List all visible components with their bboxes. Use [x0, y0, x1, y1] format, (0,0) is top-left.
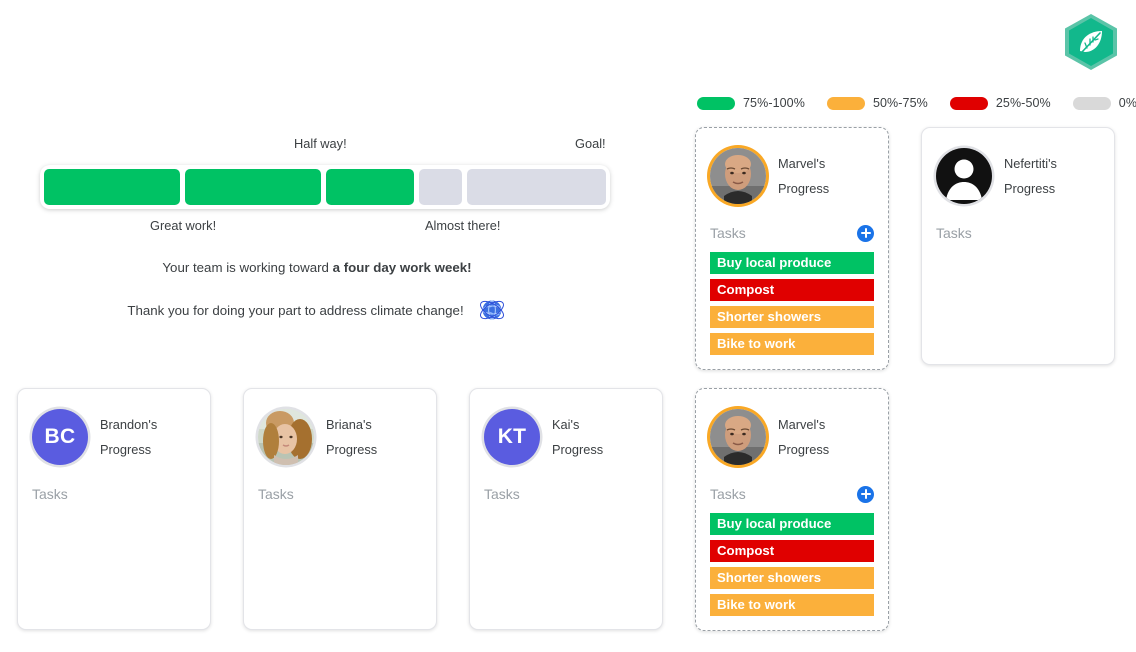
- app-logo[interactable]: [1058, 11, 1124, 73]
- card-title: Marvel's Progress: [778, 151, 829, 201]
- globe-icon: [477, 295, 507, 325]
- red-swatch-icon: [949, 96, 988, 110]
- card-header: Nefertiti's Progress: [936, 142, 1100, 210]
- card-title-progress: Progress: [326, 442, 378, 457]
- member-progress-card[interactable]: KT Kai's Progress Tasks: [469, 388, 663, 630]
- team-progress-panel: Half way! Goal! Great work! Almost there…: [40, 136, 610, 325]
- card-title-progress: Progress: [552, 442, 604, 457]
- tasks-header-row: Tasks: [936, 222, 1100, 244]
- task-bar[interactable]: Buy local produce: [710, 513, 874, 535]
- avatar-photo: [710, 409, 766, 465]
- legend-item: 50%-75%: [826, 96, 928, 110]
- task-bar[interactable]: Compost: [710, 540, 874, 562]
- legend-label: 0%-25%: [1118, 96, 1136, 110]
- card-title-progress: Progress: [1004, 181, 1056, 196]
- thanks-line: Thank you for doing your part to address…: [32, 295, 602, 325]
- member-progress-card[interactable]: BC Brandon's Progress Tasks: [17, 388, 211, 630]
- card-owner-name: Briana's: [326, 417, 372, 432]
- card-title-progress: Progress: [100, 442, 152, 457]
- progress-segment: [418, 169, 463, 205]
- legend-item: 25%-50%: [949, 96, 1051, 110]
- card-owner-name: Marvel's: [778, 417, 826, 432]
- legend-item: 75%-100%: [697, 96, 805, 110]
- card-title: Marvel's Progress: [778, 412, 829, 462]
- orange-swatch-icon: [826, 96, 865, 110]
- leaf-hexagon-icon: [1065, 14, 1117, 70]
- almost-there-label: Almost there!: [425, 218, 501, 233]
- task-bar[interactable]: Bike to work: [710, 594, 874, 616]
- card-header: Marvel's Progress: [710, 142, 874, 210]
- card-header: KT Kai's Progress: [484, 403, 648, 471]
- task-list: Buy local produce Compost Shorter showers B…: [710, 513, 874, 616]
- tasks-label: Tasks: [32, 486, 68, 502]
- task-bar[interactable]: Compost: [710, 279, 874, 301]
- card-title-progress: Progress: [778, 442, 830, 457]
- progress-segment: [184, 169, 321, 205]
- card-header: BC Brandon's Progress: [32, 403, 196, 471]
- avatar-default-silhouette: [936, 148, 992, 204]
- legend-label: 25%-50%: [995, 96, 1051, 110]
- add-task-button[interactable]: [857, 485, 874, 503]
- member-progress-card[interactable]: Marvel's Progress Tasks Buy local produce Co…: [695, 388, 889, 631]
- tasks-header-row: Tasks: [710, 483, 874, 505]
- progress-legend: 75%-100% 50%-75% 25%-50% 0%-25%: [697, 96, 1136, 110]
- card-title: Briana's Progress: [326, 412, 377, 462]
- progress-segment: [325, 169, 414, 205]
- card-owner-name: Marvel's: [778, 156, 826, 171]
- member-progress-card[interactable]: Briana's Progress Tasks: [243, 388, 437, 630]
- avatar-initials: KT: [484, 409, 540, 465]
- card-owner-name: Brandon's: [100, 417, 158, 432]
- legend-label: 75%-100%: [743, 96, 805, 110]
- tasks-label: Tasks: [484, 486, 520, 502]
- card-title: Brandon's Progress: [100, 412, 157, 462]
- card-owner-name: Kai's: [552, 417, 580, 432]
- legend-label: 50%-75%: [872, 96, 928, 110]
- team-goal-line: Your team is working toward a four day w…: [32, 260, 602, 275]
- green-swatch-icon: [697, 96, 735, 110]
- legend-item: 0%-25%: [1072, 96, 1136, 110]
- team-goal-prefix: Your team is working toward: [162, 260, 333, 275]
- team-progress-bar: [40, 165, 610, 209]
- team-goal-bold: a four day work week!: [332, 260, 472, 275]
- task-list: Buy local produce Compost Shorter showers B…: [710, 252, 874, 355]
- tasks-label: Tasks: [710, 486, 746, 502]
- card-header: Briana's Progress: [258, 403, 422, 471]
- tasks-label: Tasks: [936, 225, 972, 241]
- tasks-label: Tasks: [710, 225, 746, 241]
- add-task-button[interactable]: [857, 224, 874, 242]
- task-bar[interactable]: Shorter showers: [710, 306, 874, 328]
- tasks-header-row: Tasks: [32, 483, 196, 505]
- goal-marker: Goal!: [575, 136, 606, 151]
- tasks-label: Tasks: [258, 486, 294, 502]
- half-way-marker: Half way!: [294, 136, 347, 151]
- progress-marker-row: Half way! Goal!: [40, 136, 610, 156]
- tasks-header-row: Tasks: [258, 483, 422, 505]
- task-bar[interactable]: Bike to work: [710, 333, 874, 355]
- progress-sublabel-row: Great work! Almost there!: [40, 218, 610, 238]
- card-title: Kai's Progress: [552, 412, 603, 462]
- avatar-photo: [710, 148, 766, 204]
- progress-segment: [44, 169, 180, 205]
- avatar-photo: [258, 409, 314, 465]
- grey-swatch-icon: [1072, 96, 1111, 110]
- great-work-label: Great work!: [150, 218, 217, 233]
- member-progress-card[interactable]: Marvel's Progress Tasks Buy local produce Co…: [695, 127, 889, 370]
- member-progress-card[interactable]: Nefertiti's Progress Tasks: [921, 127, 1115, 365]
- tasks-header-row: Tasks: [710, 222, 874, 244]
- thanks-text: Thank you for doing your part to address…: [127, 302, 464, 318]
- task-bar[interactable]: Shorter showers: [710, 567, 874, 589]
- task-bar[interactable]: Buy local produce: [710, 252, 874, 274]
- card-title: Nefertiti's Progress: [1004, 151, 1057, 201]
- avatar-initials: BC: [32, 409, 88, 465]
- tasks-header-row: Tasks: [484, 483, 648, 505]
- card-owner-name: Nefertiti's: [1004, 156, 1057, 171]
- card-title-progress: Progress: [778, 181, 830, 196]
- progress-segment: [467, 169, 606, 205]
- card-header: Marvel's Progress: [710, 403, 874, 471]
